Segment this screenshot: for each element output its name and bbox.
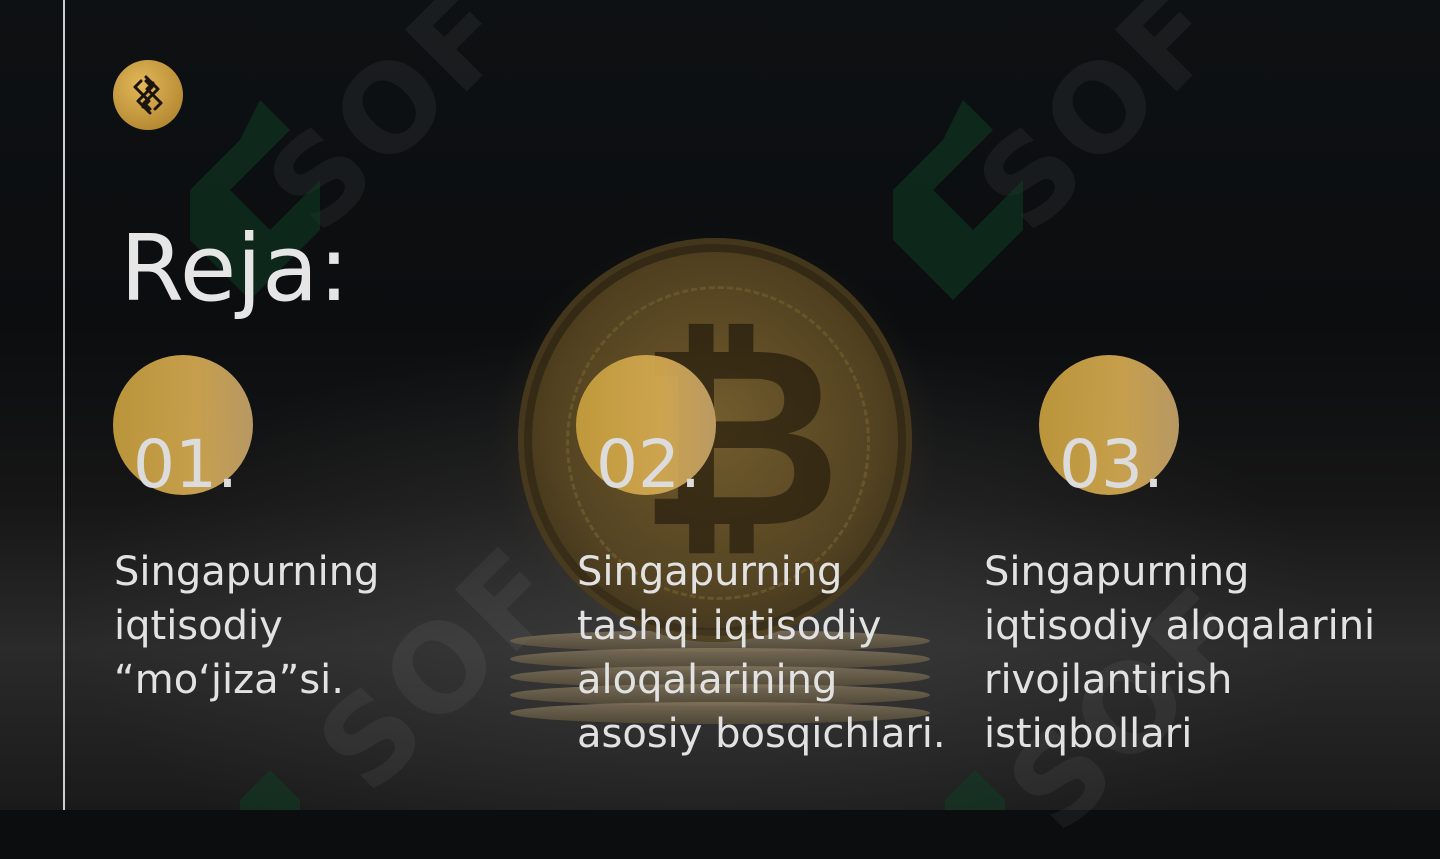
item-text: Singapurning tashqi iqtisodiy aloqalarin…	[577, 549, 946, 757]
item-text: Singapurning iqtisodiy “mo‘jiza”si.	[114, 549, 380, 703]
item-number: 03.	[1059, 426, 1164, 503]
item-number: 01.	[133, 426, 238, 503]
watermark-logo-icon	[240, 770, 300, 810]
watermark-logo-icon	[945, 770, 1005, 810]
item-text: Singapurning iqtisodiy aloqalarini rivoj…	[984, 549, 1376, 757]
brand-logo-icon	[113, 60, 183, 130]
item-number: 02.	[596, 426, 701, 503]
vertical-divider	[63, 0, 65, 810]
slide-title: Reja:	[120, 215, 350, 322]
logo-mark-icon	[133, 75, 163, 115]
